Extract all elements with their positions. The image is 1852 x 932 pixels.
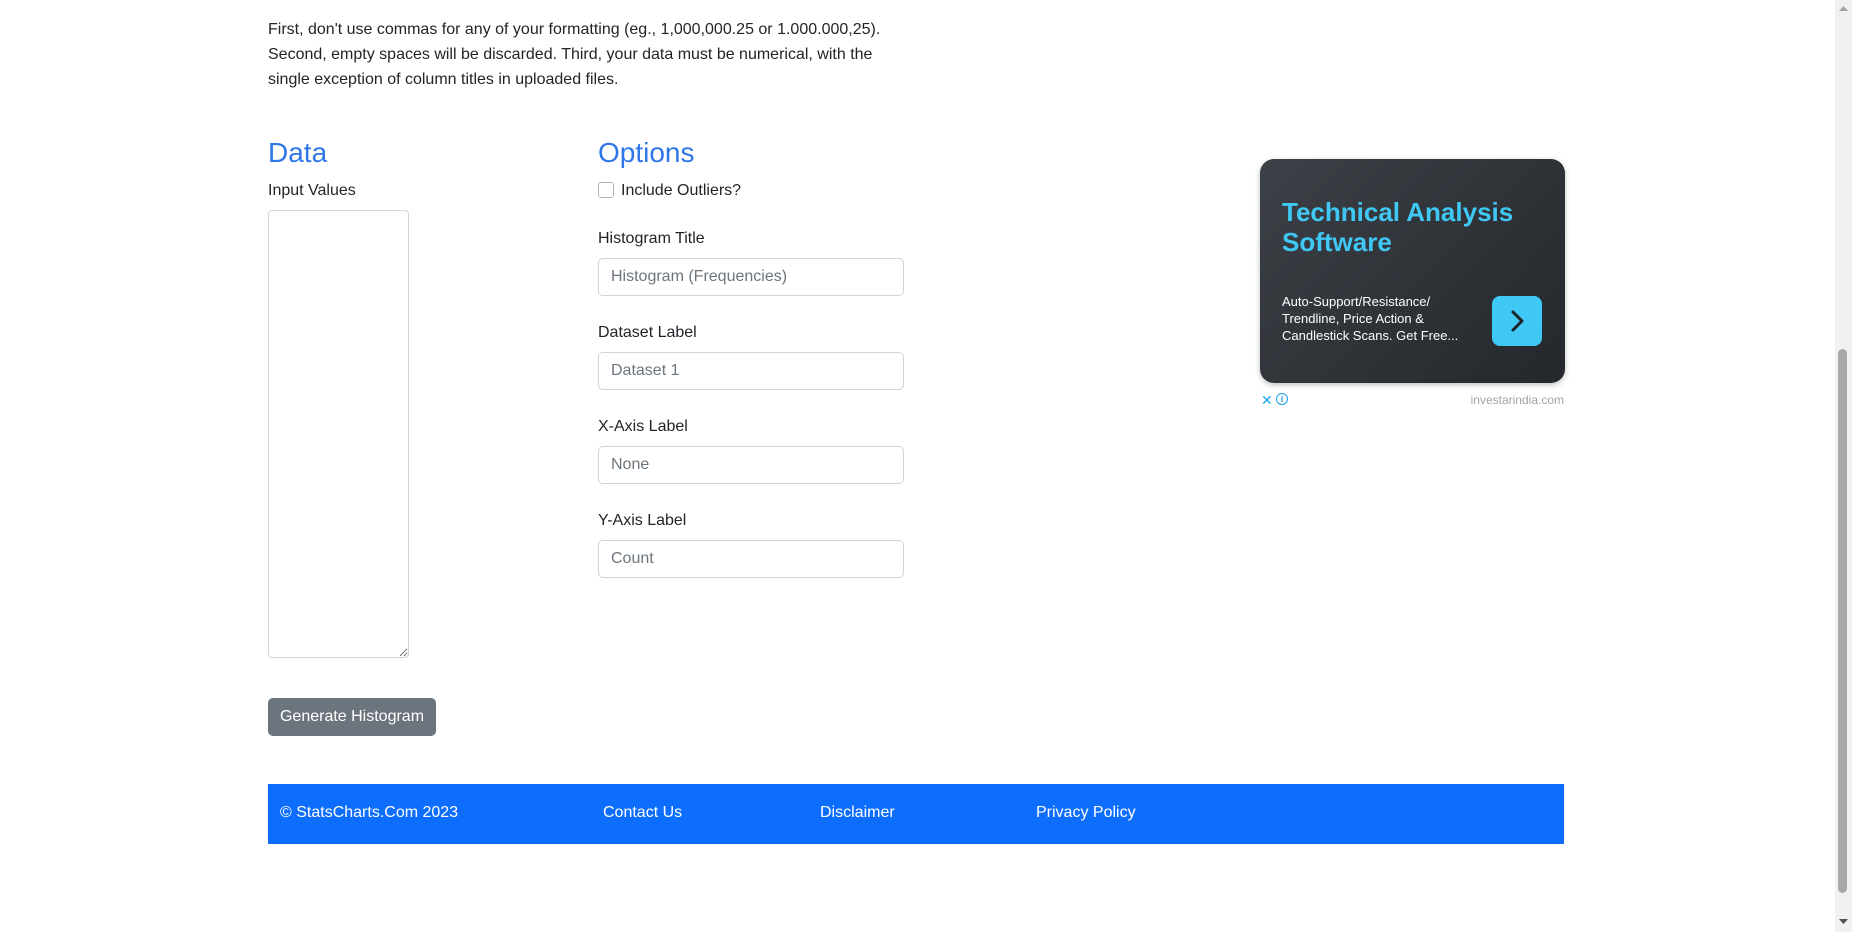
- ad-domain[interactable]: investarindia.com: [1440, 393, 1564, 407]
- histogram-title-label: Histogram Title: [598, 230, 705, 247]
- histogram-title-input[interactable]: [598, 258, 904, 296]
- y-axis-label-label: Y-Axis Label: [598, 512, 687, 529]
- y-axis-label-input[interactable]: [598, 540, 904, 578]
- footer-copyright: © StatsCharts.Com 2023: [280, 804, 459, 821]
- include-outliers-label: Include Outliers?: [621, 182, 742, 199]
- footer-privacy-link[interactable]: Privacy Policy: [1036, 804, 1136, 822]
- ad-description: Auto-Support/Resistance/ Trendline, Pric…: [1282, 294, 1459, 343]
- dataset-label-input[interactable]: [598, 352, 904, 390]
- site-footer: © StatsCharts.Com 2023 Contact Us Discla…: [268, 784, 1564, 844]
- ad-title[interactable]: Technical Analysis Software: [1282, 197, 1542, 257]
- scroll-down-arrow-icon[interactable]: [1837, 915, 1850, 928]
- chevron-right-icon: [1511, 310, 1524, 332]
- generate-histogram-button[interactable]: Generate Histogram: [268, 698, 436, 736]
- options-heading: Options: [598, 137, 695, 168]
- ad-info-icon[interactable]: i: [1276, 393, 1288, 405]
- dataset-label-label: Dataset Label: [598, 324, 697, 341]
- footer-contact-link[interactable]: Contact Us: [603, 804, 682, 822]
- x-axis-label-input[interactable]: [598, 446, 904, 484]
- input-values-label: Input Values: [268, 182, 356, 199]
- x-axis-label-label: X-Axis Label: [598, 418, 688, 435]
- input-values-textarea[interactable]: [268, 210, 409, 658]
- ad-close-icon[interactable]: ✕: [1261, 392, 1273, 409]
- footer-disclaimer-link[interactable]: Disclaimer: [820, 804, 895, 822]
- ad-card[interactable]: Technical Analysis Software Auto-Support…: [1260, 159, 1565, 383]
- scroll-up-arrow-icon[interactable]: [1837, 2, 1850, 15]
- page-content: First, don't use commas for any of your …: [0, 0, 1835, 932]
- data-heading: Data: [268, 137, 328, 168]
- include-outliers-checkbox[interactable]: [598, 182, 614, 198]
- instructions-text: First, don't use commas for any of your …: [268, 21, 881, 88]
- ad-open-button[interactable]: [1492, 296, 1542, 346]
- scrollbar-thumb[interactable]: [1838, 349, 1847, 893]
